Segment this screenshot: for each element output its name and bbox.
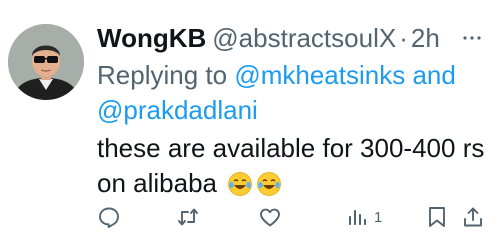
author-name[interactable]: WongKB [97,22,206,54]
retweet-icon [176,205,200,229]
bookmark-icon [427,205,447,229]
tweet[interactable]: WongKB @abstractsoulX · 2h Replying to @… [0,0,500,250]
retweet-button[interactable] [176,202,200,232]
author-handle[interactable]: @abstractsoulX [212,22,396,54]
share-icon [461,205,485,229]
mention-link[interactable]: @prakdadlani [97,95,258,125]
tweet-text-line: on alibaba [97,168,217,198]
tweet-header: WongKB @abstractsoulX · 2h [97,22,440,54]
tweet-text-line: these are available for 300-400 rs [97,133,485,163]
views-count: 1 [374,208,383,226]
replying-to-label: Replying to [97,60,235,90]
tweet-time[interactable]: 2h [411,22,440,54]
views-button[interactable]: 1 [346,202,382,232]
avatar[interactable] [8,24,84,100]
more-options-icon[interactable] [460,26,484,50]
bookmark-button[interactable] [427,202,447,232]
views-icon [346,206,368,228]
action-bar: 1 [0,202,500,232]
reply-button[interactable] [97,202,121,232]
separator-dot: · [399,23,408,53]
share-button[interactable] [461,202,485,232]
tweet-text: these are available for 300-400 rs on al… [97,131,497,201]
mention-and: and [405,60,456,90]
like-button[interactable] [258,202,282,232]
laughing-emoji-icon [256,171,282,197]
mention-link[interactable]: @mkheatsinks [234,60,405,90]
laughing-emoji-icon [227,171,253,197]
replying-to-line: Replying to @mkheatsinks and @prakdadlan… [97,58,477,128]
like-icon [258,205,282,229]
reply-icon [97,205,121,229]
